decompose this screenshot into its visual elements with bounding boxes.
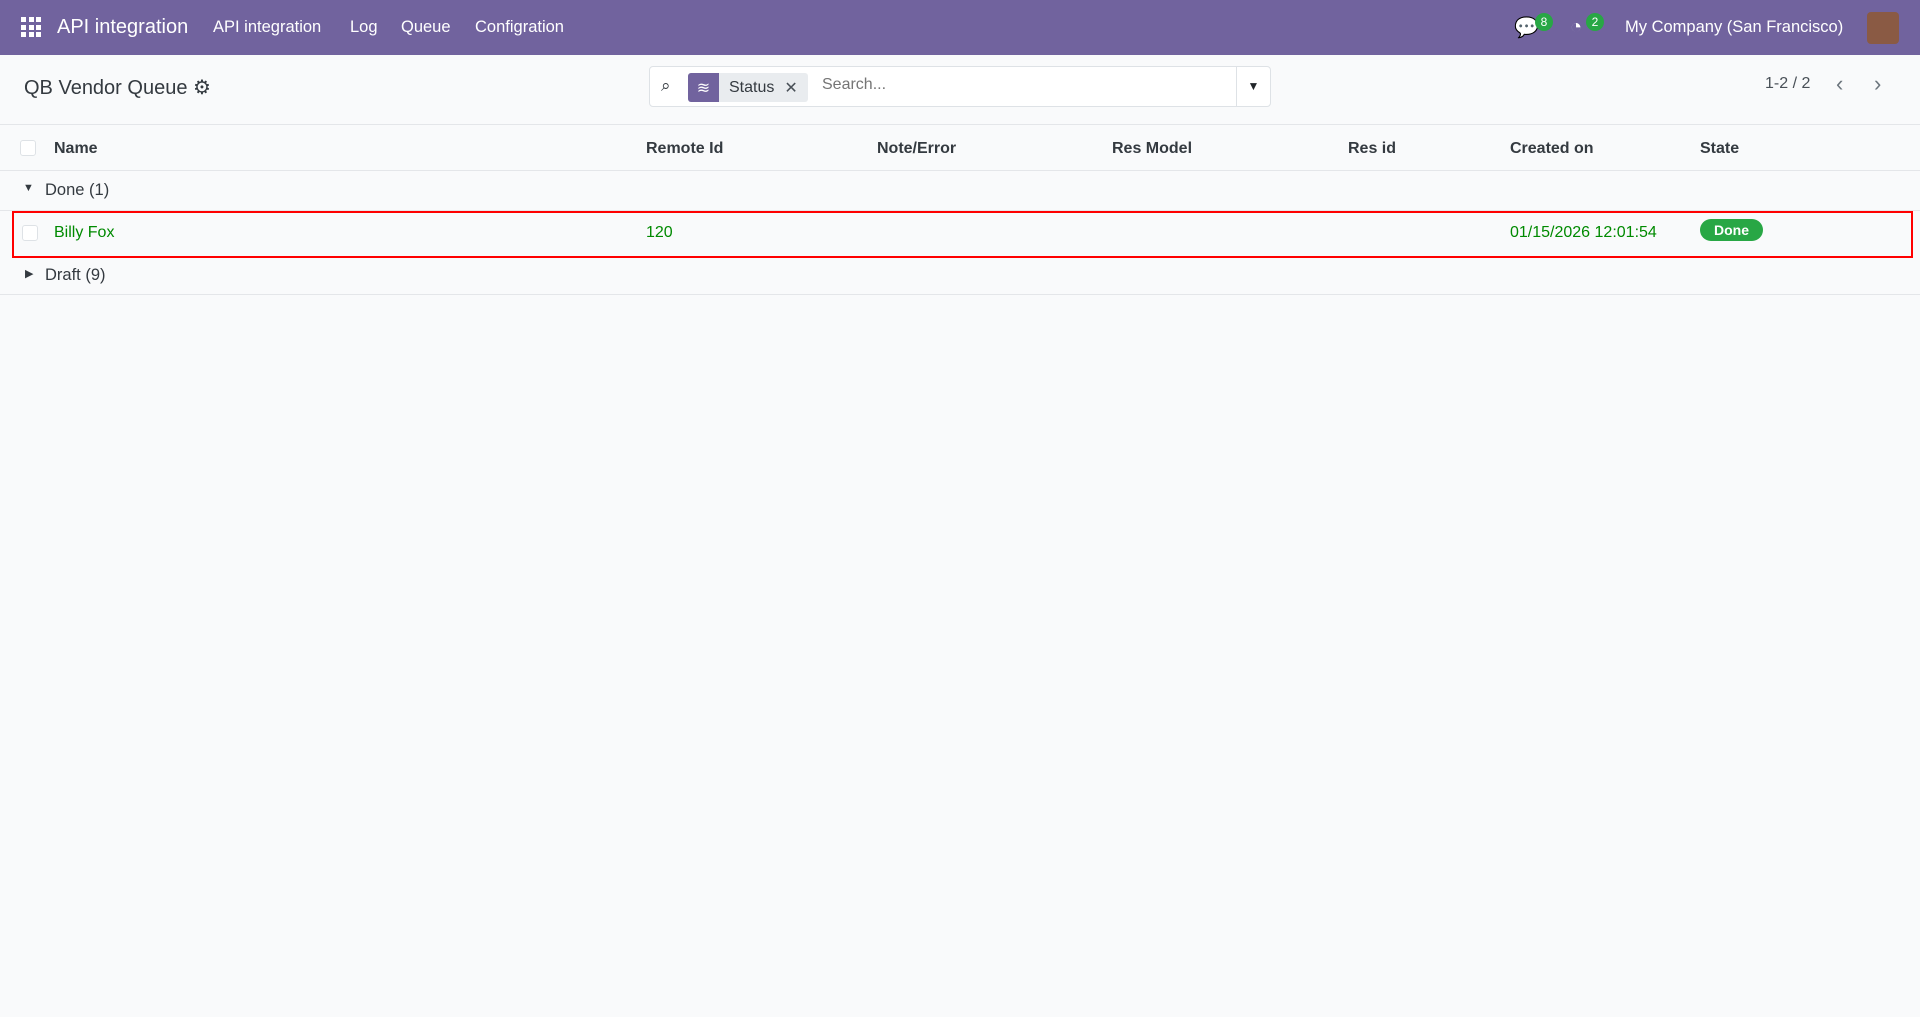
caret-right-icon: ▶ xyxy=(25,268,34,280)
search-icon[interactable]: ⌕ xyxy=(661,76,671,96)
activities-button[interactable]: ◔ 2 xyxy=(1570,0,1604,55)
group-label: Done (1) xyxy=(45,181,110,199)
top-navbar: API integration API integration Log Queu… xyxy=(0,0,1920,55)
column-res-id[interactable]: Res id xyxy=(1348,140,1396,158)
menu-queue[interactable]: Queue xyxy=(401,18,451,37)
group-draft[interactable]: ▶ Draft (9) xyxy=(0,258,1920,295)
company-switcher[interactable]: My Company (San Francisco) xyxy=(1625,18,1843,37)
caret-down-icon: ▼ xyxy=(23,182,34,194)
group-done[interactable]: ▼ Done (1) xyxy=(0,171,1920,211)
pager-next-icon[interactable]: › xyxy=(1874,71,1881,97)
facet-label: Status xyxy=(729,78,775,96)
column-created-on[interactable]: Created on xyxy=(1510,140,1594,158)
select-all-checkbox[interactable] xyxy=(20,140,36,156)
column-remote-id[interactable]: Remote Id xyxy=(646,140,723,158)
menu-api-integration[interactable]: API integration xyxy=(213,18,321,37)
cell-created-on: 01/15/2026 12:01:54 xyxy=(1510,224,1657,241)
column-state[interactable]: State xyxy=(1700,140,1739,158)
cell-remote-id: 120 xyxy=(646,224,673,241)
page-title: QB Vendor Queue ⚙ xyxy=(24,77,211,99)
row-checkbox[interactable] xyxy=(22,225,38,241)
messages-badge: 8 xyxy=(1535,13,1553,31)
user-avatar[interactable] xyxy=(1867,12,1899,44)
layers-icon: ≋ xyxy=(688,73,719,102)
search-bar: ⌕ ≋ Status ✕ ▼ xyxy=(649,66,1271,107)
messages-button[interactable]: 💬 8 xyxy=(1514,0,1553,55)
table-row[interactable]: Billy Fox 120 01/15/2026 12:01:54 Done xyxy=(12,211,1913,258)
column-note-error[interactable]: Note/Error xyxy=(877,140,956,158)
status-facet: ≋ Status ✕ xyxy=(688,73,808,102)
control-panel: QB Vendor Queue ⚙ ⌕ ≋ Status ✕ ▼ 1-2 / 2… xyxy=(0,55,1920,125)
pager-previous-icon[interactable]: ‹ xyxy=(1836,71,1843,97)
pager-value[interactable]: 1-2 / 2 xyxy=(1765,75,1810,93)
cell-name: Billy Fox xyxy=(54,224,115,241)
column-res-model[interactable]: Res Model xyxy=(1112,140,1192,158)
column-name[interactable]: Name xyxy=(54,140,98,158)
group-label: Draft (9) xyxy=(45,266,106,284)
app-name[interactable]: API integration xyxy=(57,16,188,39)
gear-icon[interactable]: ⚙ xyxy=(193,77,211,99)
activities-badge: 2 xyxy=(1586,13,1604,31)
apps-menu-icon[interactable] xyxy=(21,17,41,37)
clock-icon: ◔ xyxy=(1570,16,1583,38)
table-header: Name Remote Id Note/Error Res Model Res … xyxy=(0,125,1920,171)
menu-configration[interactable]: Configration xyxy=(475,18,564,37)
search-input[interactable] xyxy=(822,76,1222,94)
search-options-toggle[interactable]: ▼ xyxy=(1236,67,1270,106)
state-badge: Done xyxy=(1700,219,1763,241)
remove-facet-icon[interactable]: ✕ xyxy=(784,78,807,98)
menu-log[interactable]: Log xyxy=(350,18,378,37)
